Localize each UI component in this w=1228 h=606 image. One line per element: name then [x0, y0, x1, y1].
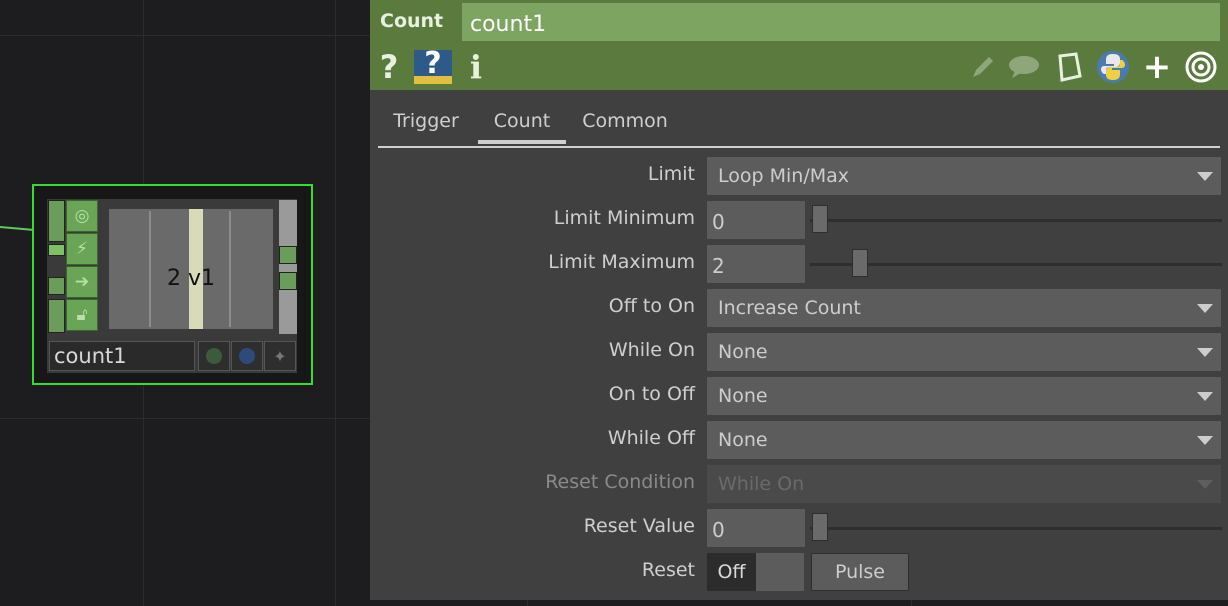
parameter-tabs: Trigger Count Common: [378, 104, 1220, 148]
node-inlet[interactable]: [48, 299, 65, 333]
star-icon: ✦: [273, 346, 287, 366]
comment-icon[interactable]: [1006, 50, 1042, 84]
grid-line: [0, 418, 370, 419]
node-inlet[interactable]: [48, 200, 65, 242]
viewer-flag-icon[interactable]: ◎: [66, 200, 98, 232]
pencil-icon[interactable]: [966, 50, 1000, 84]
chevron-down-icon: [1197, 172, 1213, 181]
export-flag-button[interactable]: [231, 341, 263, 371]
param-row-reset-condition: Reset Condition While On: [370, 465, 1228, 505]
param-label: On to Off: [608, 383, 695, 405]
node-inlet[interactable]: [48, 277, 65, 295]
cook-flag-button[interactable]: [198, 341, 230, 371]
param-label: Reset Condition: [545, 471, 695, 493]
chevron-down-icon: [1197, 436, 1213, 445]
limit-maximum-field[interactable]: 2: [707, 245, 805, 283]
param-label: Reset: [641, 559, 695, 581]
limit-minimum-slider[interactable]: [810, 219, 1222, 222]
param-label: Limit Minimum: [553, 207, 695, 229]
tab-trigger[interactable]: Trigger: [384, 104, 468, 144]
reset-value-field[interactable]: 0: [707, 509, 805, 547]
node-inlet-connected[interactable]: [48, 244, 65, 256]
param-row-reset: Reset Off Pulse: [370, 553, 1228, 593]
bypass-flag-icon[interactable]: ⚡: [66, 233, 98, 265]
param-label: While Off: [607, 427, 695, 449]
info-icon[interactable]: i: [466, 48, 486, 86]
param-row-limit: Limit Loop Min/Max: [370, 157, 1228, 197]
dropdown-value: Loop Min/Max: [718, 165, 849, 187]
limit-maximum-slider[interactable]: [810, 263, 1222, 266]
param-label: Reset Value: [583, 515, 695, 537]
reset-value-slider[interactable]: [810, 527, 1222, 530]
reset-value-slider-handle[interactable]: [812, 513, 828, 541]
grid-line: [335, 0, 336, 606]
node-output-strip: [279, 200, 297, 334]
reset-toggle[interactable]: Off: [707, 553, 804, 591]
toggle-state-label: Off: [707, 553, 756, 591]
param-row-while-on: While On None: [370, 333, 1228, 373]
node-outlet[interactable]: [279, 272, 297, 290]
node-flags: ◎ ⚡ ➔ 🔓︎: [66, 200, 98, 334]
dropdown-value: None: [718, 341, 768, 363]
param-label: Limit Maximum: [548, 251, 695, 273]
limit-minimum-slider-handle[interactable]: [812, 205, 828, 233]
chevron-down-icon: [1197, 392, 1213, 401]
green-dot-icon: [206, 348, 222, 364]
off-to-on-dropdown[interactable]: Increase Count: [707, 289, 1221, 327]
node-name[interactable]: count1: [49, 341, 195, 371]
while-off-dropdown[interactable]: None: [707, 421, 1221, 459]
clipboard-icon[interactable]: [1050, 50, 1086, 84]
on-to-off-dropdown[interactable]: None: [707, 377, 1221, 415]
dropdown-value: None: [718, 385, 768, 407]
operator-type-label: Count: [380, 10, 444, 32]
node-options-button[interactable]: ✦: [264, 341, 296, 371]
param-row-reset-value: Reset Value 0: [370, 509, 1228, 549]
count-chop-node[interactable]: ◎ ⚡ ➔ 🔓︎ 2 v1 count1 ✦: [32, 184, 313, 385]
chevron-down-icon: [1197, 348, 1213, 357]
param-row-while-off: While Off None: [370, 421, 1228, 461]
param-row-on-to-off: On to Off None: [370, 377, 1228, 417]
grid-line: [0, 35, 370, 36]
add-icon[interactable]: +: [1140, 47, 1174, 87]
param-label: Off to On: [608, 295, 695, 317]
parameter-panel: Count count1 ? ? i + Trigger Count Commo…: [370, 0, 1228, 600]
tab-common[interactable]: Common: [576, 104, 674, 144]
dropdown-value: Increase Count: [718, 297, 861, 319]
chevron-down-icon: [1197, 304, 1213, 313]
panel-header: Count count1 ? ? i +: [370, 0, 1228, 90]
limit-minimum-field[interactable]: 0: [707, 201, 805, 239]
while-on-dropdown[interactable]: None: [707, 333, 1221, 371]
chevron-down-icon: [1197, 480, 1213, 489]
node-outlet[interactable]: [279, 246, 297, 264]
blue-dot-icon: [239, 348, 255, 364]
help-icon[interactable]: ?: [376, 48, 402, 86]
tab-count[interactable]: Count: [478, 104, 566, 144]
dropdown-value: While On: [718, 473, 805, 495]
python-icon[interactable]: [1094, 50, 1132, 84]
param-row-limit-minimum: Limit Minimum 0: [370, 201, 1228, 241]
node-viewer[interactable]: 2 v1: [109, 209, 273, 329]
display-flag-icon[interactable]: ➔: [66, 266, 98, 298]
dropdown-value: None: [718, 429, 768, 451]
viewer-label: 2 v1: [166, 266, 215, 291]
param-row-limit-maximum: Limit Maximum 2: [370, 245, 1228, 285]
reset-condition-dropdown: While On: [707, 465, 1221, 503]
python-help-icon[interactable]: ?: [414, 46, 452, 84]
param-label: Limit: [647, 163, 695, 185]
param-label: While On: [608, 339, 695, 361]
limit-maximum-slider-handle[interactable]: [852, 249, 868, 277]
reset-pulse-button[interactable]: Pulse: [811, 553, 909, 591]
limit-dropdown[interactable]: Loop Min/Max: [707, 157, 1221, 195]
lock-flag-icon[interactable]: 🔓︎: [66, 299, 98, 331]
param-row-off-to-on: Off to On Increase Count: [370, 289, 1228, 329]
target-icon[interactable]: [1182, 50, 1220, 84]
node-body: ◎ ⚡ ➔ 🔓︎ 2 v1 count1 ✦: [47, 199, 297, 373]
operator-name-field[interactable]: count1: [462, 3, 1220, 41]
